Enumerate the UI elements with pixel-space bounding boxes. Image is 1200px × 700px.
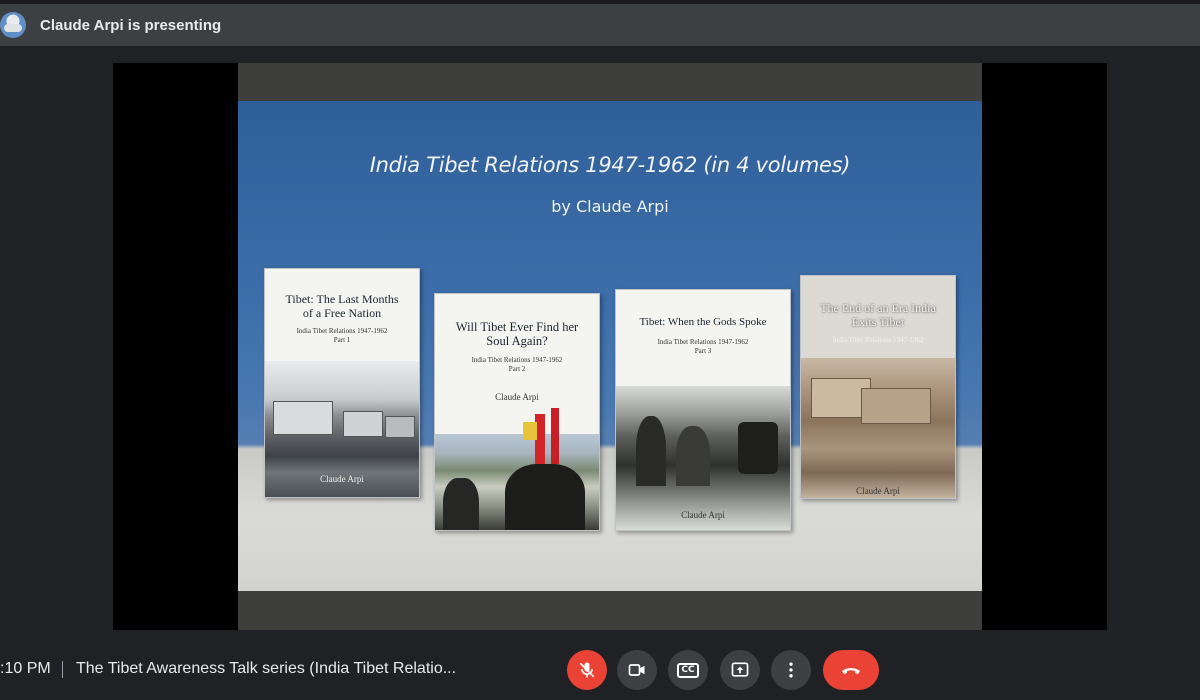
book-cover-4: The End of an Era India Exits Tibet Indi… <box>800 275 956 499</box>
meeting-title: The Tibet Awareness Talk series (India T… <box>76 660 457 677</box>
leave-call-button[interactable] <box>823 650 879 690</box>
book-title: The End of an Era India Exits Tibet <box>820 301 936 329</box>
presenting-label: Claude Arpi is presenting <box>40 16 222 34</box>
presenting-banner: Claude Arpi is presenting <box>0 0 1200 46</box>
book-series: India Tibet Relations 1947-1962 <box>296 327 388 335</box>
book-author: Claude Arpi <box>856 486 900 496</box>
book-series: India Tibet Relations 1947-1962 <box>657 338 749 346</box>
book-cover-2: Will Tibet Ever Find her Soul Again? Ind… <box>434 293 600 531</box>
meet-window: Claude Arpi is presenting India Tibet Re… <box>0 0 1200 700</box>
captions-icon: CC <box>677 662 699 678</box>
slide-photo: India Tibet Relations 1947-1962 (in 4 vo… <box>238 101 982 591</box>
book-title: Tibet: The Last Months of a Free Nation <box>285 292 399 320</box>
more-options-button[interactable] <box>771 650 811 690</box>
presenter-avatar-icon <box>0 12 26 38</box>
book-part: Part 3 <box>694 347 712 355</box>
book-series: India Tibet Relations 1947-1962 <box>471 356 563 364</box>
microphone-off-button[interactable] <box>567 650 607 690</box>
book-part: Part 1 <box>333 336 351 344</box>
book-part: Part 2 <box>508 365 526 373</box>
book-cover-3: Tibet: When the Gods Spoke India Tibet R… <box>615 289 791 531</box>
slide-subtitle: by Claude Arpi <box>551 197 669 216</box>
call-controls-bar: :10 PM The Tibet Awareness Talk series (… <box>0 630 1200 700</box>
mic-off-icon <box>579 662 595 678</box>
book-author: Claude Arpi <box>495 392 539 402</box>
shared-slide: India Tibet Relations 1947-1962 (in 4 vo… <box>238 63 982 630</box>
book-photo <box>435 408 599 530</box>
camera-button[interactable] <box>617 650 657 690</box>
slide-title: India Tibet Relations 1947-1962 (in 4 vo… <box>369 153 851 177</box>
book-author: Claude Arpi <box>320 474 364 484</box>
book-title: Tibet: When the Gods Spoke <box>639 316 767 328</box>
book-author: Claude Arpi <box>681 510 725 520</box>
presentation-stage[interactable]: India Tibet Relations 1947-1962 (in 4 vo… <box>113 63 1107 630</box>
present-icon <box>731 662 749 677</box>
divider <box>62 661 63 678</box>
book-title: Will Tibet Ever Find her Soul Again? <box>455 320 579 349</box>
camera-icon <box>628 664 645 676</box>
book-photo <box>801 358 955 498</box>
captions-button[interactable]: CC <box>668 650 708 690</box>
meeting-time: :10 PM <box>0 660 51 677</box>
hangup-icon <box>842 668 860 674</box>
book-cover-1: Tibet: The Last Months of a Free Nation … <box>264 268 420 498</box>
book-photo <box>616 386 790 530</box>
book-series: India Tibet Relations 1947-1962 <box>832 336 924 344</box>
present-now-button[interactable] <box>720 650 760 690</box>
more-vert-icon <box>789 662 793 678</box>
